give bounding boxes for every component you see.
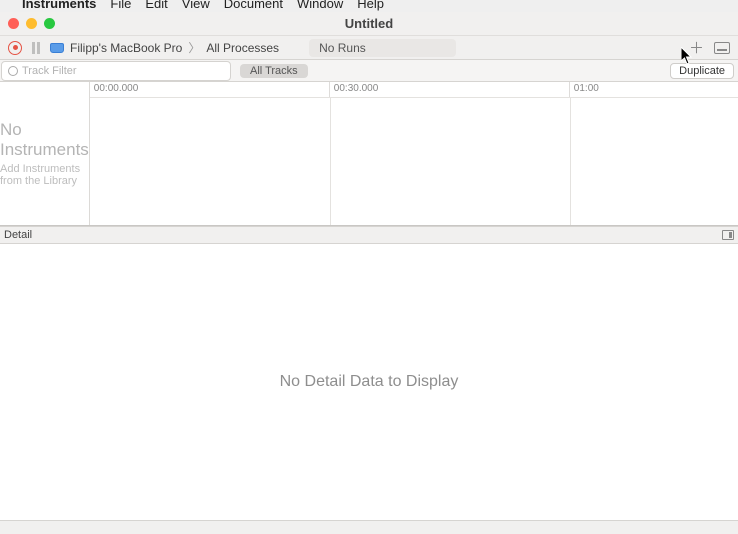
instrument-list[interactable]: No Instruments Add Instruments from the …	[0, 82, 90, 225]
scope-icon	[8, 66, 18, 76]
track-body	[90, 98, 738, 225]
ruler-tick: 00:30.000	[330, 82, 570, 97]
no-instruments-label: No Instruments	[0, 120, 89, 160]
timeline-area: No Instruments Add Instruments from the …	[0, 82, 738, 226]
menu-view[interactable]: View	[182, 0, 210, 11]
minimize-window-button[interactable]	[26, 18, 37, 29]
ruler-tick: 01:00	[570, 82, 738, 97]
inspector-toggle-icon[interactable]	[722, 230, 734, 240]
window-title: Untitled	[345, 16, 393, 31]
timeline-tracks[interactable]: 00:00.000 00:30.000 01:00	[90, 82, 738, 225]
detail-area: No Detail Data to Display	[0, 244, 738, 520]
app-menu[interactable]: Instruments	[22, 0, 96, 11]
run-selector[interactable]: No Runs	[309, 39, 456, 57]
detail-header: Detail	[0, 226, 738, 244]
time-ruler[interactable]: 00:00.000 00:30.000 01:00	[90, 82, 738, 98]
ruler-tick: 00:00.000	[90, 82, 330, 97]
duplicate-button[interactable]: Duplicate	[670, 63, 734, 79]
device-icon	[50, 43, 64, 53]
record-button[interactable]	[8, 41, 22, 55]
track-filter-input[interactable]	[22, 65, 224, 77]
menu-help[interactable]: Help	[357, 0, 384, 11]
close-window-button[interactable]	[8, 18, 19, 29]
track-filter-field[interactable]	[1, 61, 231, 81]
toolbar: Filipp's MacBook Pro 〉 All Processes No …	[0, 36, 738, 60]
target-process: All Processes	[206, 41, 279, 55]
window-titlebar: Untitled	[0, 12, 738, 36]
menu-document[interactable]: Document	[224, 0, 283, 11]
target-selector[interactable]: Filipp's MacBook Pro 〉 All Processes	[50, 39, 279, 56]
menu-window[interactable]: Window	[297, 0, 343, 11]
status-bar	[0, 520, 738, 534]
detail-tab[interactable]: Detail	[4, 229, 32, 241]
zoom-window-button[interactable]	[44, 18, 55, 29]
library-toggle-button[interactable]	[714, 42, 730, 54]
track-scope-button[interactable]: All Tracks	[240, 64, 308, 78]
detail-empty-label: No Detail Data to Display	[280, 373, 459, 391]
system-menubar: Instruments File Edit View Document Wind…	[0, 0, 738, 12]
chevron-right-icon: 〉	[188, 39, 200, 56]
menu-file[interactable]: File	[110, 0, 131, 11]
target-device: Filipp's MacBook Pro	[70, 41, 182, 55]
add-instrument-button[interactable]: ＋	[689, 37, 704, 58]
pause-button[interactable]	[32, 42, 40, 54]
menu-edit[interactable]: Edit	[145, 0, 167, 11]
track-filter-row: All Tracks Duplicate	[0, 60, 738, 82]
add-instruments-hint: Add Instruments from the Library	[0, 163, 89, 187]
traffic-lights	[8, 18, 55, 29]
